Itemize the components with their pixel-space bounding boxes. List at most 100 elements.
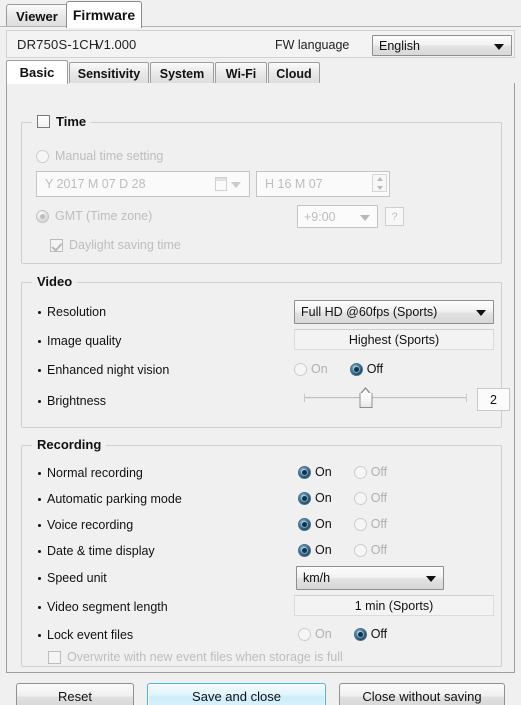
spinner-down-icon[interactable] [373, 183, 386, 191]
manual-time-radio[interactable] [36, 149, 49, 163]
time-enable-checkbox[interactable] [37, 115, 50, 128]
voice-recording-on-radio[interactable] [298, 517, 311, 531]
firmware-panel: DR750S-1CH V1.000 FW language English Ba… [0, 26, 521, 705]
parking-mode-off-label: Off [370, 491, 388, 505]
gmt-timezone-radio[interactable] [36, 209, 49, 223]
normal-recording-off-radio[interactable] [353, 465, 367, 479]
bullet-icon [38, 497, 41, 501]
tab-system[interactable]: System [150, 62, 214, 84]
tab-system-label: System [159, 66, 205, 81]
bullet-icon [38, 339, 41, 343]
segment-length-value: 1 min (Sports) [354, 598, 434, 613]
tab-cloud[interactable]: Cloud [268, 62, 320, 84]
resolution-select[interactable]: Full HD @60fps (Sports) [294, 300, 494, 324]
date-input[interactable]: Y 2017 M 07 D 28 [36, 171, 250, 197]
device-info-bar: DR750S-1CH V1.000 FW language English [6, 30, 515, 58]
parking-mode-on-option[interactable]: On [298, 491, 332, 505]
datetime-display-off-radio[interactable] [353, 543, 367, 557]
night-vision-off-label: Off [366, 362, 384, 376]
speed-unit-select[interactable]: km/h [296, 566, 444, 590]
spinner-up-icon[interactable] [373, 175, 386, 183]
lock-event-files-options: On Off [298, 627, 387, 641]
recording-group: Recording Normal recording On Off Automa… [21, 437, 502, 667]
voice-recording-off-option[interactable]: Off [353, 517, 388, 531]
brightness-value-box: 2 [477, 388, 510, 411]
slider-thumb[interactable] [359, 387, 373, 408]
window-tab-firmware[interactable]: Firmware [66, 1, 142, 28]
resolution-label: Resolution [47, 305, 107, 319]
brightness-label-row: Brightness [38, 394, 106, 408]
normal-recording-on-radio[interactable] [298, 465, 311, 479]
tab-wifi[interactable]: Wi-Fi [215, 62, 267, 84]
slider-track[interactable] [304, 397, 467, 399]
lock-event-files-label: Lock event files [47, 628, 134, 642]
gmt-timezone-option[interactable]: GMT (Time zone) [36, 209, 152, 223]
parking-mode-label-row: Automatic parking mode [38, 492, 182, 506]
normal-recording-off-option[interactable]: Off [353, 465, 387, 479]
normal-recording-options: On Off [298, 465, 387, 479]
datetime-display-on-radio[interactable] [298, 543, 311, 557]
gmt-timezone-label: GMT (Time zone) [55, 209, 153, 223]
night-vision-off-radio[interactable] [349, 362, 363, 376]
bullet-icon [38, 310, 41, 314]
image-quality-value-field: Highest (Sports) [294, 329, 494, 350]
tab-basic[interactable]: Basic [6, 60, 68, 84]
lock-event-off-option[interactable]: Off [353, 627, 388, 641]
voice-recording-label-row: Voice recording [38, 518, 133, 532]
lock-event-off-label: Off [370, 627, 388, 641]
daylight-saving-option[interactable]: Daylight saving time [50, 238, 181, 252]
fw-language-select[interactable]: English [372, 35, 512, 56]
parking-mode-off-radio[interactable] [353, 491, 367, 505]
tab-sensitivity[interactable]: Sensitivity [69, 62, 149, 84]
tab-basic-label: Basic [19, 65, 55, 80]
video-group: Video Resolution Full HD @60fps (Sports)… [21, 274, 510, 428]
lock-event-on-option[interactable]: On [298, 627, 332, 641]
night-vision-on-label: On [311, 362, 328, 376]
night-vision-on-radio[interactable] [294, 362, 307, 376]
normal-recording-label: Normal recording [47, 466, 143, 480]
lock-event-on-label: On [315, 627, 332, 641]
parking-mode-on-label: On [315, 491, 332, 505]
timezone-help-button[interactable]: ? [385, 207, 404, 226]
reset-button[interactable]: Reset [16, 683, 134, 705]
close-without-saving-button[interactable]: Close without saving [339, 683, 505, 705]
brightness-slider[interactable] [304, 387, 467, 409]
save-and-close-button[interactable]: Save and close [147, 683, 326, 705]
chevron-down-icon [360, 214, 370, 221]
overwrite-option[interactable]: Overwrite with new event files when stor… [48, 650, 343, 664]
lock-event-off-radio[interactable] [353, 627, 367, 641]
date-input-value: Y 2017 M 07 D 28 [45, 177, 146, 191]
datetime-display-options: On Off [298, 543, 387, 557]
night-vision-off-option[interactable]: Off [349, 362, 384, 376]
time-spinner[interactable] [372, 174, 387, 192]
bullet-icon [38, 399, 41, 403]
overwrite-checkbox[interactable] [48, 650, 61, 664]
parking-mode-on-radio[interactable] [298, 491, 311, 505]
device-firmware-version: V1.000 [95, 37, 137, 52]
voice-recording-options: On Off [298, 517, 387, 531]
daylight-saving-label: Daylight saving time [69, 238, 181, 252]
time-input-value: H 16 M 07 [265, 177, 323, 191]
segment-length-value-field: 1 min (Sports) [294, 595, 494, 616]
voice-recording-off-label: Off [370, 517, 388, 531]
night-vision-on-option[interactable]: On [294, 362, 328, 376]
time-group: Time Manual time setting Y 2017 M 07 D 2… [21, 114, 502, 264]
parking-mode-off-option[interactable]: Off [353, 491, 388, 505]
datetime-display-off-option[interactable]: Off [353, 543, 387, 557]
lock-event-on-radio[interactable] [298, 627, 311, 641]
voice-recording-on-option[interactable]: On [298, 517, 332, 531]
normal-recording-on-label: On [315, 465, 332, 479]
window-tab-viewer[interactable]: Viewer [6, 4, 68, 27]
tab-wifi-label: Wi-Fi [225, 66, 257, 81]
voice-recording-off-radio[interactable] [353, 517, 367, 531]
timezone-select[interactable]: +9:00 [297, 205, 378, 228]
bullet-icon [38, 368, 41, 372]
daylight-saving-checkbox[interactable] [50, 238, 63, 252]
normal-recording-on-option[interactable]: On [298, 465, 332, 479]
manual-time-setting-option[interactable]: Manual time setting [36, 149, 163, 163]
time-input[interactable]: H 16 M 07 [256, 171, 390, 197]
datetime-display-on-option[interactable]: On [298, 543, 332, 557]
parking-mode-options: On Off [298, 491, 387, 505]
bullet-icon [38, 523, 41, 527]
chevron-down-icon[interactable] [231, 182, 241, 188]
